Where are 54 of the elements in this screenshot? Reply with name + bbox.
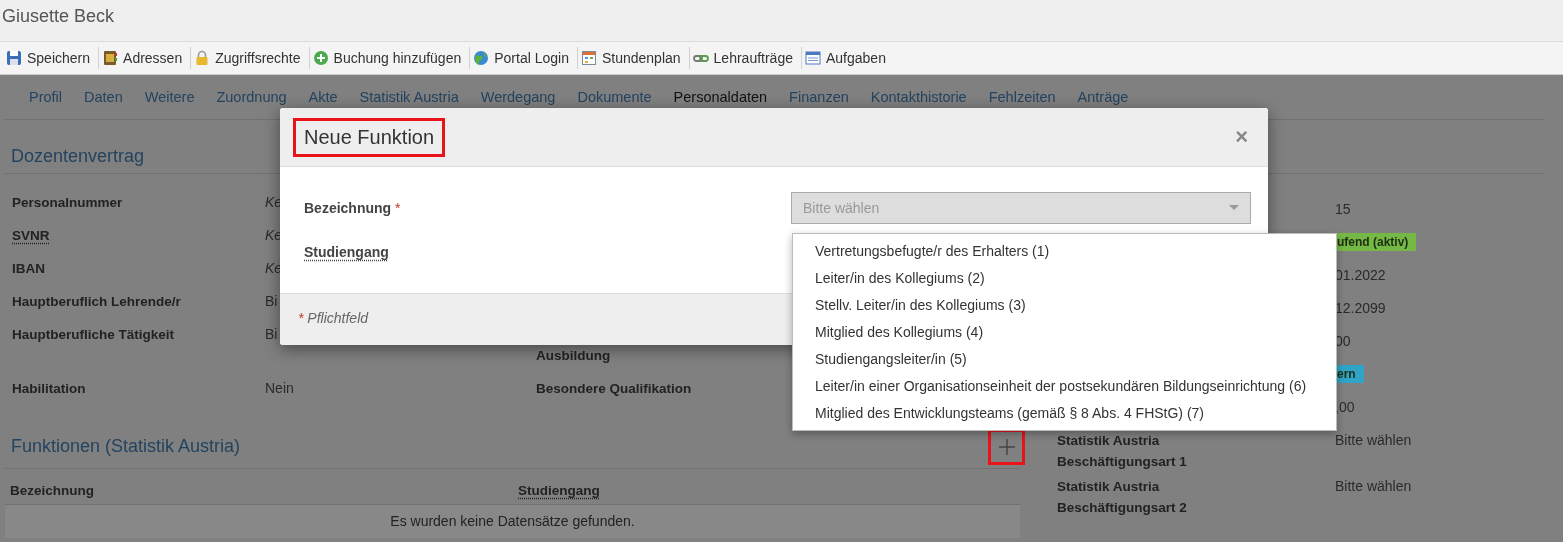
field-label: Personalnummer [12, 195, 123, 210]
field-value: Nein [265, 380, 294, 396]
plus-icon [997, 438, 1016, 456]
field-value: 12.2099 [1335, 300, 1386, 316]
calendar-icon [580, 50, 597, 66]
field-value: Bi [265, 293, 278, 309]
field-label: Bezeichnung * [304, 199, 401, 216]
dialog-title: Neue Funktion [293, 117, 446, 157]
toolbar-button[interactable]: Zugriffsrechte [191, 47, 310, 69]
field-label: Statistik Austria Beschäftigungsart 2 [1057, 478, 1188, 517]
field-value: Bitte wählen [1335, 432, 1412, 448]
field-label: Habilitation [12, 381, 86, 396]
page-title: Giusette Beck [2, 6, 115, 26]
toolbar-button[interactable]: Aufgaben [802, 47, 894, 69]
field-label: SVNR [12, 228, 50, 243]
dropdown-option[interactable]: Leiter/in einer Organisationseinheit der postsekundären Bildungseinrichtung (6) [793, 373, 1336, 400]
field-value: 15 [1335, 201, 1351, 217]
section-title: Dozentenvertrag [11, 146, 145, 166]
toolbar-button[interactable]: Adressen [99, 47, 192, 69]
toolbar-button[interactable]: Speichern [3, 47, 100, 69]
field-label: Besondere Qualifikation [536, 380, 692, 398]
task-list-icon [805, 50, 821, 66]
column-header: Bezeichnung [10, 483, 94, 498]
caret-icon [1229, 204, 1239, 211]
field-value: ,00 [1335, 399, 1355, 415]
required-note: * Pflichtfeld [298, 310, 369, 326]
add-icon [312, 50, 329, 66]
field-label: Ausbildung [536, 347, 611, 365]
toolbar-button[interactable]: Buchung hinzufügen [309, 47, 471, 69]
column-header: Studiengang [518, 483, 600, 498]
field-label: Studiengang [304, 243, 389, 260]
dropdown-option[interactable]: Vertretungsbefugte/r des Erhalters (1) [793, 238, 1336, 265]
toolbar-button[interactable]: Portal Login [470, 47, 578, 69]
field-value: Bi [265, 326, 278, 342]
section-title: Funktionen (Statistik Austria) [11, 436, 241, 458]
field-value: Bitte wählen [1335, 478, 1412, 494]
tab[interactable]: Personaldaten [662, 89, 779, 105]
empty-message: Es wurden keine Datensätze gefunden. [390, 513, 635, 529]
toolbar-button[interactable]: Stundenplan [577, 47, 690, 69]
padlock-icon [194, 50, 211, 66]
status-badge: ufend (aktiv) [1335, 233, 1417, 251]
dropdown-option[interactable]: Leiter/in des Kollegiums (2) [793, 265, 1336, 292]
field-label: Hauptberufliche Tätigkeit [12, 327, 175, 342]
status-badge: ern [1335, 365, 1364, 383]
dropdown-option[interactable]: Mitglied des Entwicklungsteams (gemäß § 8 Abs. 4 FHStG) (7) [793, 400, 1336, 427]
globe-icon [473, 50, 490, 66]
toolbar-button[interactable]: Lehraufträge [689, 47, 802, 69]
field-label: IBAN [12, 261, 45, 276]
field-label: Hauptberuflich Lehrende/r [12, 294, 181, 309]
dropdown-option[interactable]: Mitglied des Kollegiums (4) [793, 319, 1336, 346]
address-book-icon [102, 50, 119, 66]
field-label: Statistik Austria Beschäftigungsart 1 [1057, 432, 1188, 471]
dropdown-option[interactable]: Stellv. Leiter/in des Kollegiums (3) [793, 292, 1336, 319]
dropdown-option[interactable]: Studiengangsleiter/in (5) [793, 346, 1336, 373]
